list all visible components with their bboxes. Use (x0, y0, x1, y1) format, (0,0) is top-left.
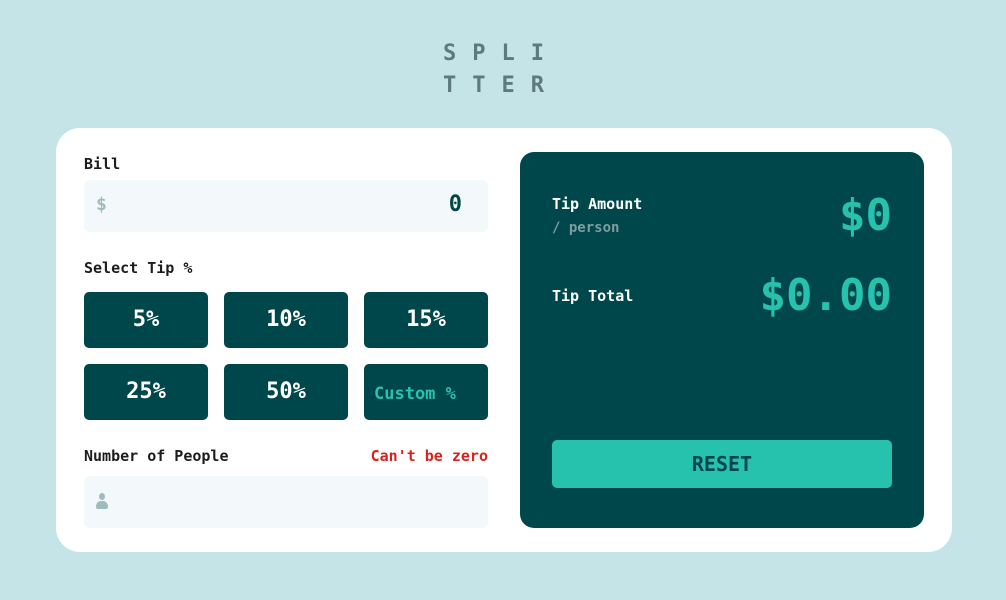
dollar-icon: $ (96, 194, 107, 215)
tip-total-label: Tip Total (552, 287, 634, 305)
tip-amount-per-person: / person (552, 220, 620, 236)
app-logo: SPLI TTER (443, 38, 573, 102)
bill-input[interactable]: $ 0 (84, 180, 488, 232)
person-icon (96, 493, 108, 509)
people-input[interactable] (84, 476, 488, 528)
tip-amount-label: Tip Amount (552, 195, 643, 213)
tip-custom-input[interactable]: Custom % (364, 364, 488, 420)
reset-button[interactable]: RESET (552, 440, 892, 488)
tip-5-button[interactable]: 5% (84, 292, 208, 348)
people-error-message: Can't be zero (370, 447, 488, 465)
logo-line-1: SPLI (443, 41, 560, 66)
people-label: Number of People (84, 447, 229, 465)
bill-label: Bill (84, 155, 121, 173)
tip-total-value: $0.00 (759, 270, 892, 321)
logo-line-2: TTER (443, 73, 560, 98)
tip-amount-value: $0 (839, 190, 892, 241)
tip-15-button[interactable]: 15% (364, 292, 488, 348)
results-panel: Tip Amount / person $0 Tip Total $0.00 R… (520, 152, 924, 528)
select-tip-label: Select Tip % (84, 259, 193, 277)
tip-10-button[interactable]: 10% (224, 292, 348, 348)
tip-25-button[interactable]: 25% (84, 364, 208, 420)
tip-50-button[interactable]: 50% (224, 364, 348, 420)
calculator-card: Bill $ 0 Select Tip % 5% 10% 15% 25% 50%… (56, 128, 952, 552)
bill-input-value: 0 (448, 192, 462, 217)
